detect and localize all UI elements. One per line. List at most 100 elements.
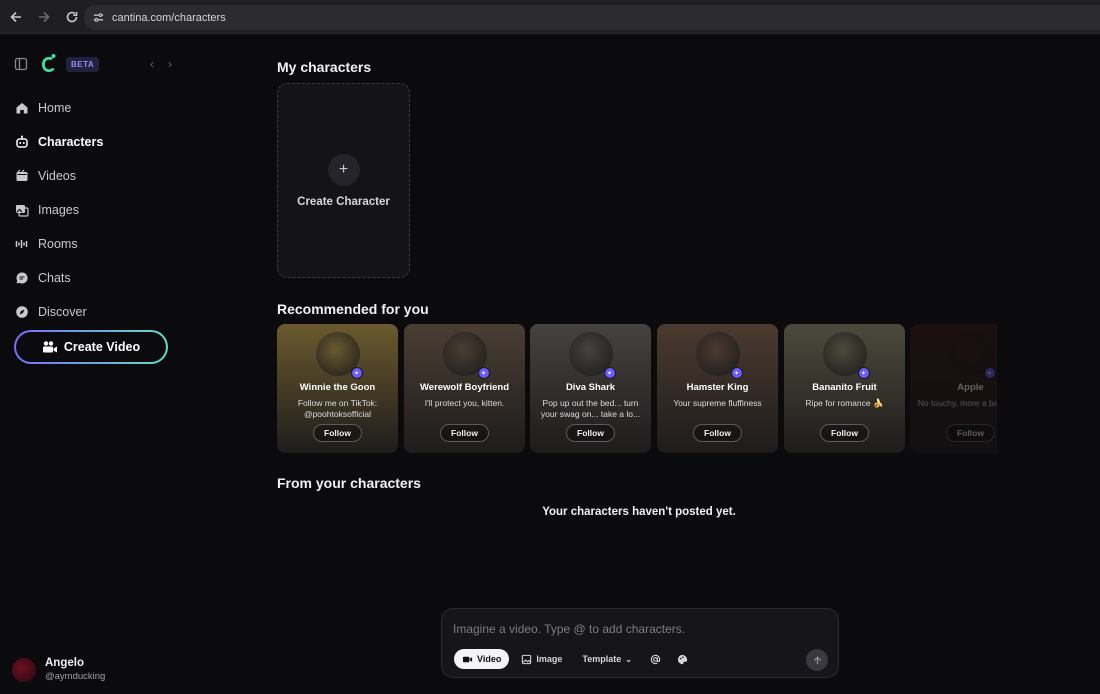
empty-state-message: Your characters haven't posted yet. — [542, 506, 736, 518]
url-text[interactable]: cantina.com/characters — [112, 12, 226, 24]
character-bio: Your supreme fluffiness — [673, 398, 762, 408]
avatar[interactable]: ✦ — [695, 332, 743, 379]
avatar[interactable]: ✦ — [442, 332, 490, 379]
plus-icon: + — [327, 153, 360, 186]
video-icon — [14, 168, 30, 184]
character-name: Bananito Fruit — [812, 382, 877, 393]
character-card[interactable]: ✦ Diva Shark Pop up out the bed... turn … — [530, 324, 651, 453]
verified-badge-icon: ✦ — [350, 367, 363, 379]
send-button[interactable] — [806, 649, 828, 671]
image-mode-button[interactable]: Image — [513, 649, 570, 669]
character-name: Apple — [957, 382, 984, 393]
follow-button[interactable]: Follow — [313, 424, 362, 442]
prompt-composer: Imagine a video. Type @ to add character… — [441, 608, 839, 678]
address-bar[interactable]: cantina.com/characters — [84, 5, 1100, 30]
prompt-input[interactable]: Imagine a video. Type @ to add character… — [453, 622, 685, 636]
compass-icon — [14, 304, 30, 320]
sidebar-item-characters[interactable]: Characters — [14, 125, 184, 159]
sidebar-nav: Home Characters Videos Images Rooms Chat… — [14, 91, 184, 329]
character-card[interactable]: ✦ Winnie the Goon Follow me on TikTok: @… — [277, 324, 398, 453]
image-icon — [522, 654, 532, 664]
sidebar-item-label: Discover — [38, 305, 87, 319]
character-card[interactable]: ✦ Bananito Fruit Ripe for romance 🍌 Foll… — [784, 324, 905, 453]
beta-badge: BETA — [66, 56, 100, 72]
video-mode-button[interactable]: Video — [454, 649, 510, 669]
user-profile[interactable]: Angelo @aymducking — [12, 657, 105, 682]
mention-button[interactable] — [644, 649, 667, 669]
character-name: Hamster King — [686, 382, 749, 393]
arrow-left-icon — [10, 11, 21, 22]
create-video-label: Create Video — [63, 340, 141, 354]
avatar[interactable]: ✦ — [315, 332, 363, 379]
profile-name: Angelo — [45, 657, 84, 669]
chevron-right-icon[interactable]: › — [168, 57, 172, 71]
cantina-logo-icon[interactable] — [40, 53, 58, 75]
back-button[interactable] — [4, 5, 28, 29]
profile-handle: @aymducking — [45, 671, 106, 682]
follow-button[interactable]: Follow — [820, 424, 869, 442]
image-mode-label: Image — [536, 654, 563, 664]
verified-badge-icon: ✦ — [603, 367, 616, 379]
verified-badge-icon: ✦ — [857, 367, 870, 379]
video-camera-icon — [462, 656, 473, 662]
follow-button[interactable]: Follow — [566, 424, 615, 442]
avatar[interactable]: ✦ — [948, 332, 996, 379]
people-video-icon — [42, 341, 57, 353]
sidebar-item-label: Home — [38, 101, 72, 115]
template-label: Template — [582, 654, 622, 664]
create-character-label: Create Character — [297, 195, 390, 208]
recommended-title: Recommended for you — [277, 301, 429, 317]
character-name: Winnie the Goon — [299, 382, 376, 393]
character-bio: I'll protect you, kitten. — [424, 398, 505, 408]
sidebar-item-label: Videos — [38, 169, 76, 183]
arrow-right-icon — [39, 11, 50, 22]
sidebar-item-videos[interactable]: Videos — [14, 159, 184, 193]
sidebar-item-rooms[interactable]: Rooms — [14, 227, 184, 261]
sidebar-item-home[interactable]: Home — [14, 91, 184, 125]
sidebar-header: BETA ‹ › — [14, 53, 174, 75]
chevron-down-icon: ⌄ — [625, 654, 632, 664]
composer-tools: Video Image Template ⌄ — [454, 649, 698, 669]
site-settings-icon[interactable] — [92, 11, 106, 25]
verified-badge-icon: ✦ — [730, 367, 743, 379]
reload-button[interactable] — [60, 5, 84, 29]
at-sign-icon — [650, 654, 661, 664]
create-video-button[interactable]: Create Video — [14, 330, 168, 364]
video-mode-label: Video — [477, 654, 502, 664]
sidebar-item-chats[interactable]: Chats — [14, 261, 184, 295]
create-character-card[interactable]: + Create Character — [277, 83, 410, 278]
sidebar-item-label: Rooms — [38, 237, 78, 251]
follow-button[interactable]: Follow — [693, 424, 742, 442]
sidebar-item-images[interactable]: Images — [14, 193, 184, 227]
audio-wave-icon — [14, 236, 30, 252]
character-bio: No touchy, more a babe! 🍎 — [917, 398, 997, 408]
palette-icon — [677, 654, 687, 664]
sidebar-toggle-icon[interactable] — [14, 57, 28, 71]
sidebar-item-discover[interactable]: Discover — [14, 295, 184, 329]
arrow-up-icon — [813, 655, 821, 664]
follow-button[interactable]: Follow — [946, 424, 995, 442]
sidebar-item-label: Characters — [38, 135, 104, 149]
images-icon — [14, 202, 30, 218]
character-card[interactable]: ✦ Hamster King Your supreme fluffiness F… — [657, 324, 778, 453]
character-bio: Follow me on TikTok: @poohtoksofficial — [297, 398, 378, 419]
style-palette-button[interactable] — [671, 649, 694, 669]
sidebar: BETA ‹ › Home Characters Videos Images R… — [0, 35, 190, 694]
follow-button[interactable]: Follow — [440, 424, 489, 442]
chat-icon — [14, 270, 30, 286]
robot-icon — [14, 134, 30, 150]
sidebar-item-label: Chats — [38, 271, 71, 285]
my-characters-title: My characters — [277, 59, 372, 75]
avatar[interactable]: ✦ — [822, 332, 870, 379]
browser-toolbar: cantina.com/characters — [0, 0, 1100, 34]
forward-button[interactable] — [32, 5, 56, 29]
avatar[interactable]: ✦ — [568, 332, 616, 379]
chevron-left-icon[interactable]: ‹ — [150, 57, 154, 71]
character-card[interactable]: ✦ Werewolf Boyfriend I'll protect you, k… — [404, 324, 525, 453]
character-bio: Pop up out the bed... turn your swag on.… — [540, 398, 641, 419]
verified-badge-icon: ✦ — [983, 367, 996, 379]
avatar[interactable] — [12, 657, 36, 682]
template-dropdown[interactable]: Template ⌄ — [574, 649, 640, 669]
character-card[interactable]: ✦ Apple No touchy, more a babe! 🍎 Follow — [910, 324, 997, 453]
character-bio: Ripe for romance 🍌 — [805, 398, 884, 408]
